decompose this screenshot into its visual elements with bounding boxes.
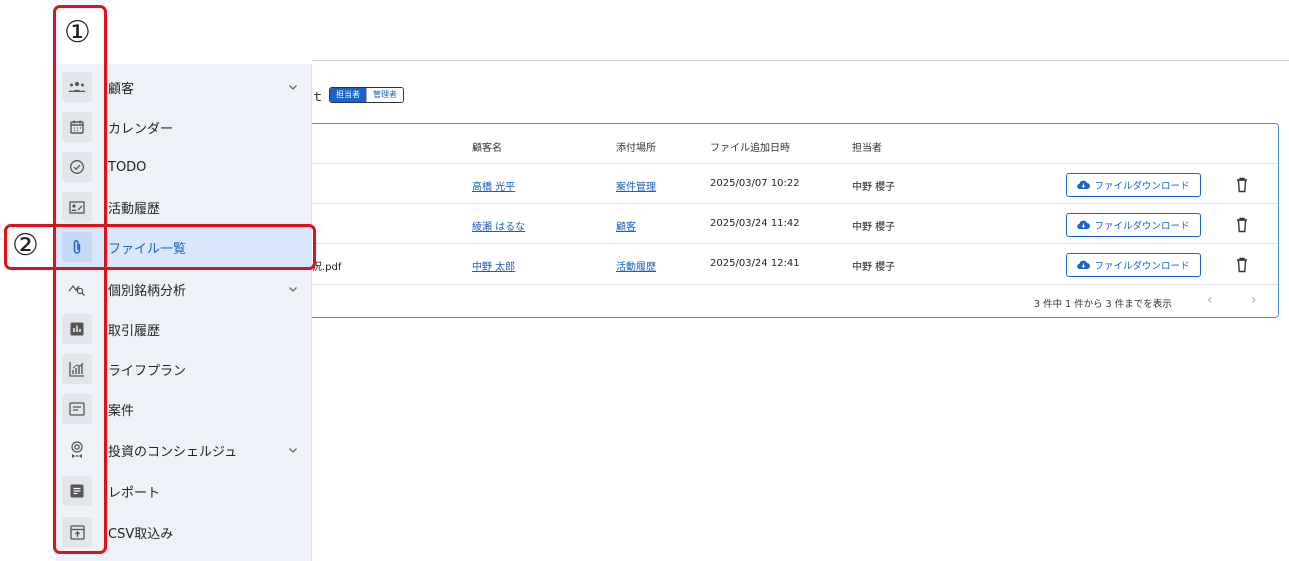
- sidebar-item-label: ライフプラン: [108, 363, 187, 379]
- sidebar-item-label: TODO: [108, 159, 147, 175]
- row-divider: [305, 203, 1278, 204]
- row2-location-link[interactable]: 顧客: [616, 218, 636, 233]
- row3-trash-icon[interactable]: [1235, 257, 1249, 273]
- cloud-download-icon: [1077, 180, 1091, 190]
- chevron-down-icon: [289, 448, 297, 453]
- sidebar-item-label: 活動履歴: [108, 201, 161, 217]
- row1-customer-link[interactable]: 高橋 光平: [472, 178, 515, 193]
- row2-owner: 中野 櫻子: [852, 222, 896, 233]
- row2-customer-link[interactable]: 綾瀬 はるな: [472, 218, 525, 233]
- row-divider: [305, 243, 1278, 244]
- col-header-location: 添付場所: [616, 143, 656, 154]
- row1-owner: 中野 櫻子: [852, 182, 896, 193]
- cloud-download-icon: [1077, 260, 1091, 270]
- row-divider: [305, 284, 1278, 285]
- next-page-button[interactable]: ›: [1251, 292, 1257, 308]
- role-kanri-button[interactable]: 管理者: [366, 88, 403, 102]
- row3-added-date: 2025/03/24 12:41: [710, 258, 800, 269]
- row-divider: [305, 163, 1278, 164]
- row3-location-link[interactable]: 活動履歴: [616, 258, 656, 273]
- row2-trash-icon[interactable]: [1235, 217, 1249, 233]
- download-label: ファイルダウンロード: [1094, 221, 1190, 232]
- row1-download-button[interactable]: ファイルダウンロード: [1066, 173, 1201, 197]
- row2-added-date: 2025/03/24 11:42: [710, 218, 800, 229]
- sidebar-item-label: 取引履歴: [108, 323, 161, 339]
- screen: ｔ 担当者 管理者 顧客名 添付場所 ファイル追加日時 担当者 高橋 光平 案件…: [0, 0, 1289, 561]
- annotation-box-sidebar-icons: [53, 5, 107, 554]
- download-label: ファイルダウンロード: [1094, 261, 1190, 272]
- sidebar-item-label: レポート: [108, 485, 161, 501]
- download-label: ファイルダウンロード: [1094, 181, 1190, 192]
- row1-added-date: 2025/03/07 10:22: [710, 178, 800, 189]
- sidebar-item-label: 案件: [108, 403, 135, 419]
- row1-location-link[interactable]: 案件管理: [616, 178, 656, 193]
- row3-file-name: 況.pdf: [312, 262, 342, 273]
- page-title-fragment: ｔ: [311, 90, 325, 105]
- chevron-down-icon: [289, 287, 297, 292]
- role-toggle[interactable]: 担当者 管理者: [329, 87, 404, 103]
- sidebar-item-label: 投資のコンシェルジュ: [108, 444, 238, 460]
- role-tanto-button[interactable]: 担当者: [330, 88, 366, 102]
- sidebar-item-label: カレンダー: [108, 121, 174, 137]
- annotation-box-file-list: [4, 224, 316, 270]
- prev-page-button[interactable]: ‹: [1207, 292, 1213, 308]
- col-header-owner: 担当者: [852, 143, 882, 154]
- cloud-download-icon: [1077, 220, 1091, 230]
- sidebar-item-label: 個別銘柄分析: [108, 283, 187, 299]
- pagination-summary: 3 件中 1 件から 3 件までを表示: [1034, 299, 1172, 310]
- row3-download-button[interactable]: ファイルダウンロード: [1066, 253, 1201, 277]
- row1-trash-icon[interactable]: [1235, 177, 1249, 193]
- header-divider: [312, 60, 1289, 61]
- row3-owner: 中野 櫻子: [852, 262, 896, 273]
- col-header-customer: 顧客名: [472, 143, 502, 154]
- chevron-down-icon: [289, 85, 297, 90]
- row3-customer-link[interactable]: 中野 太郎: [472, 258, 515, 273]
- row2-download-button[interactable]: ファイルダウンロード: [1066, 213, 1201, 237]
- sidebar-item-label: 顧客: [108, 81, 135, 97]
- col-header-added: ファイル追加日時: [710, 143, 790, 154]
- sidebar-item-label: CSV取込み: [108, 526, 174, 542]
